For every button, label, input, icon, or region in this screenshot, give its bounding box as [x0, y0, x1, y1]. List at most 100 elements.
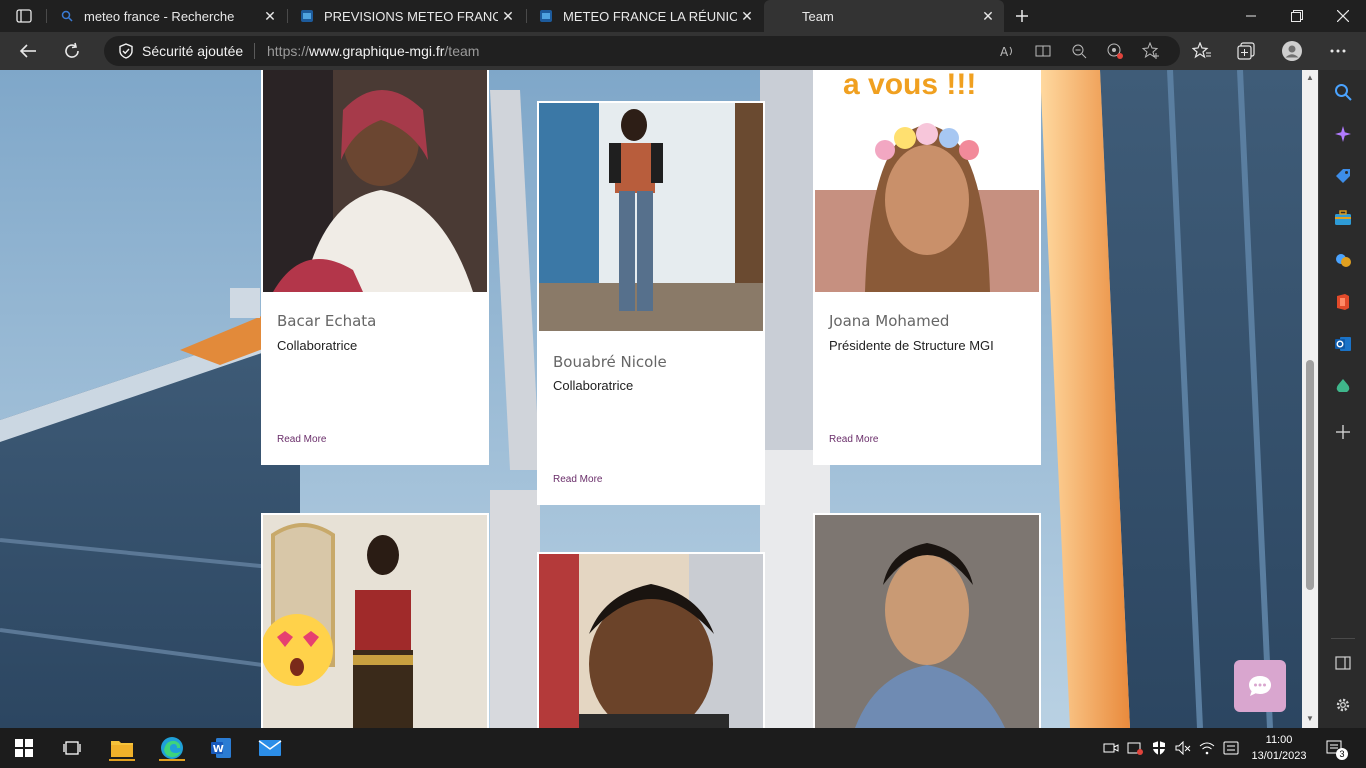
zoom-out-icon[interactable]: [1070, 42, 1088, 60]
notification-count-badge: 3: [1336, 748, 1348, 760]
gear-icon[interactable]: [1333, 695, 1353, 715]
member-role: Collaboratrice: [553, 378, 634, 393]
tab-team[interactable]: Team ✕: [764, 0, 1004, 32]
meteo-site-icon: [300, 9, 314, 23]
shopping-tag-icon[interactable]: [1333, 166, 1353, 186]
minimize-button[interactable]: [1228, 0, 1274, 32]
chat-button[interactable]: [1234, 660, 1286, 712]
discover-sparkle-icon[interactable]: [1333, 124, 1353, 144]
scrollbar-thumb[interactable]: [1306, 360, 1314, 590]
shield-icon[interactable]: [118, 43, 134, 59]
scroll-down-icon[interactable]: ▼: [1306, 715, 1314, 723]
close-window-button[interactable]: [1320, 0, 1366, 32]
member-role: Présidente de Structure MGI: [829, 338, 994, 353]
team-card-bacar-echata: Bacar Echata Collaboratrice Read More: [261, 70, 489, 465]
windows-start-icon[interactable]: [8, 734, 40, 762]
clock-date: 13/01/2023: [1251, 750, 1307, 762]
search-icon[interactable]: [1333, 82, 1353, 102]
tab-meteo-reunion[interactable]: METEO FRANCE LA RÉUNION pa ✕: [527, 0, 763, 32]
url-scheme: https://: [267, 43, 310, 59]
drop-icon[interactable]: [1333, 376, 1353, 396]
divider: [254, 43, 255, 59]
tab-title: METEO FRANCE LA RÉUNION pa: [563, 8, 737, 24]
address-bar-row: Sécurité ajoutée https://www.graphique-m…: [0, 32, 1366, 70]
tab-previsions-meteo[interactable]: PREVISIONS METEO FRANCE - Si ✕: [288, 0, 524, 32]
read-more-link[interactable]: Read More: [829, 434, 878, 445]
svg-text:A: A: [1000, 45, 1009, 59]
system-clock[interactable]: 11:00 13/01/2023: [1244, 732, 1314, 764]
address-bar[interactable]: Sécurité ajoutée https://www.graphique-m…: [104, 36, 1180, 66]
security-shield-icon[interactable]: [1150, 739, 1168, 757]
team-card-photo: [813, 513, 1041, 728]
security-label[interactable]: Sécurité ajoutée: [142, 43, 243, 59]
team-card-bouabre-nicole: Bouabré Nicole Collaboratrice Read More: [537, 101, 765, 505]
tab-actions-icon[interactable]: [10, 6, 38, 26]
office-icon[interactable]: [1333, 292, 1353, 312]
hide-sidebar-icon[interactable]: [1333, 653, 1353, 673]
url-path: /team: [444, 43, 480, 59]
search-icon: [60, 9, 74, 23]
url-text[interactable]: https://www.graphique-mgi.fr/team: [267, 43, 479, 59]
page-viewport: Bacar Echata Collaboratrice Read More Bo…: [0, 70, 1318, 728]
active-indicator: [109, 759, 135, 761]
meteo-site-icon: [539, 9, 553, 23]
tab-strip: meteo france - Recherche ✕ PREVISIONS ME…: [0, 0, 1366, 32]
member-name: Joana Mohamed: [829, 312, 950, 330]
battery-status-icon[interactable]: [1126, 739, 1144, 757]
language-icon[interactable]: [1222, 739, 1240, 757]
banner-text: a vous !!!: [843, 70, 976, 101]
member-photo: [815, 515, 1039, 728]
member-role: Collaboratrice: [277, 338, 358, 353]
word-icon[interactable]: W: [205, 734, 237, 762]
active-indicator: [159, 759, 185, 761]
member-photo: a vous !!!: [815, 70, 1039, 292]
read-aloud-icon[interactable]: A: [998, 42, 1016, 60]
reader-view-icon[interactable]: [1034, 42, 1052, 60]
close-tab-icon[interactable]: ✕: [737, 6, 757, 26]
notification-center-icon[interactable]: 3: [1324, 739, 1348, 760]
wifi-icon[interactable]: [1198, 739, 1216, 757]
scroll-up-icon[interactable]: ▲: [1306, 74, 1314, 82]
file-explorer-icon[interactable]: [106, 734, 138, 762]
collections-icon[interactable]: [1236, 41, 1256, 61]
back-button[interactable]: [14, 37, 42, 65]
edge-browser-icon[interactable]: [156, 734, 188, 762]
clock-time: 11:00: [1265, 734, 1293, 746]
tab-meteo-search[interactable]: meteo france - Recherche ✕: [48, 0, 286, 32]
member-photo: [539, 103, 763, 331]
volume-muted-icon[interactable]: [1174, 739, 1192, 757]
close-tab-icon[interactable]: ✕: [978, 6, 998, 26]
close-tab-icon[interactable]: ✕: [498, 6, 518, 26]
divider: [1331, 638, 1355, 639]
chat-bubble-icon: [1249, 676, 1271, 696]
team-card-photo: [537, 552, 765, 728]
member-photo: [539, 554, 763, 728]
read-more-link[interactable]: Read More: [277, 434, 326, 445]
vertical-scrollbar[interactable]: ▲ ▼: [1302, 70, 1318, 728]
team-card-photo: [261, 513, 489, 728]
tracking-prevention-icon[interactable]: [1106, 42, 1124, 60]
task-view-icon[interactable]: [56, 734, 88, 762]
read-more-link[interactable]: Read More: [553, 474, 602, 485]
add-sidebar-app-icon[interactable]: [1333, 422, 1353, 442]
profile-avatar[interactable]: [1282, 41, 1302, 61]
team-card-joana-mohamed: a vous !!! Joana Mohamed Présidente de S…: [813, 70, 1041, 465]
outlook-icon[interactable]: [1333, 334, 1353, 354]
restore-button[interactable]: [1274, 0, 1320, 32]
refresh-button[interactable]: [58, 37, 86, 65]
tools-briefcase-icon[interactable]: [1333, 208, 1353, 228]
blank-favicon: [776, 9, 790, 23]
tab-title: PREVISIONS METEO FRANCE - Si: [324, 8, 498, 24]
new-tab-button[interactable]: [1010, 4, 1034, 28]
member-name: Bacar Echata: [277, 312, 377, 330]
mail-icon[interactable]: [254, 734, 286, 762]
settings-more-icon[interactable]: [1328, 41, 1348, 61]
add-favorite-icon[interactable]: [1142, 42, 1160, 60]
meet-now-icon[interactable]: [1102, 739, 1120, 757]
close-tab-icon[interactable]: ✕: [260, 6, 280, 26]
member-photo: [263, 70, 487, 292]
tab-title: meteo france - Recherche: [84, 8, 235, 24]
member-photo: [263, 515, 487, 728]
favorites-icon[interactable]: [1192, 41, 1212, 61]
games-icon[interactable]: [1333, 250, 1353, 270]
